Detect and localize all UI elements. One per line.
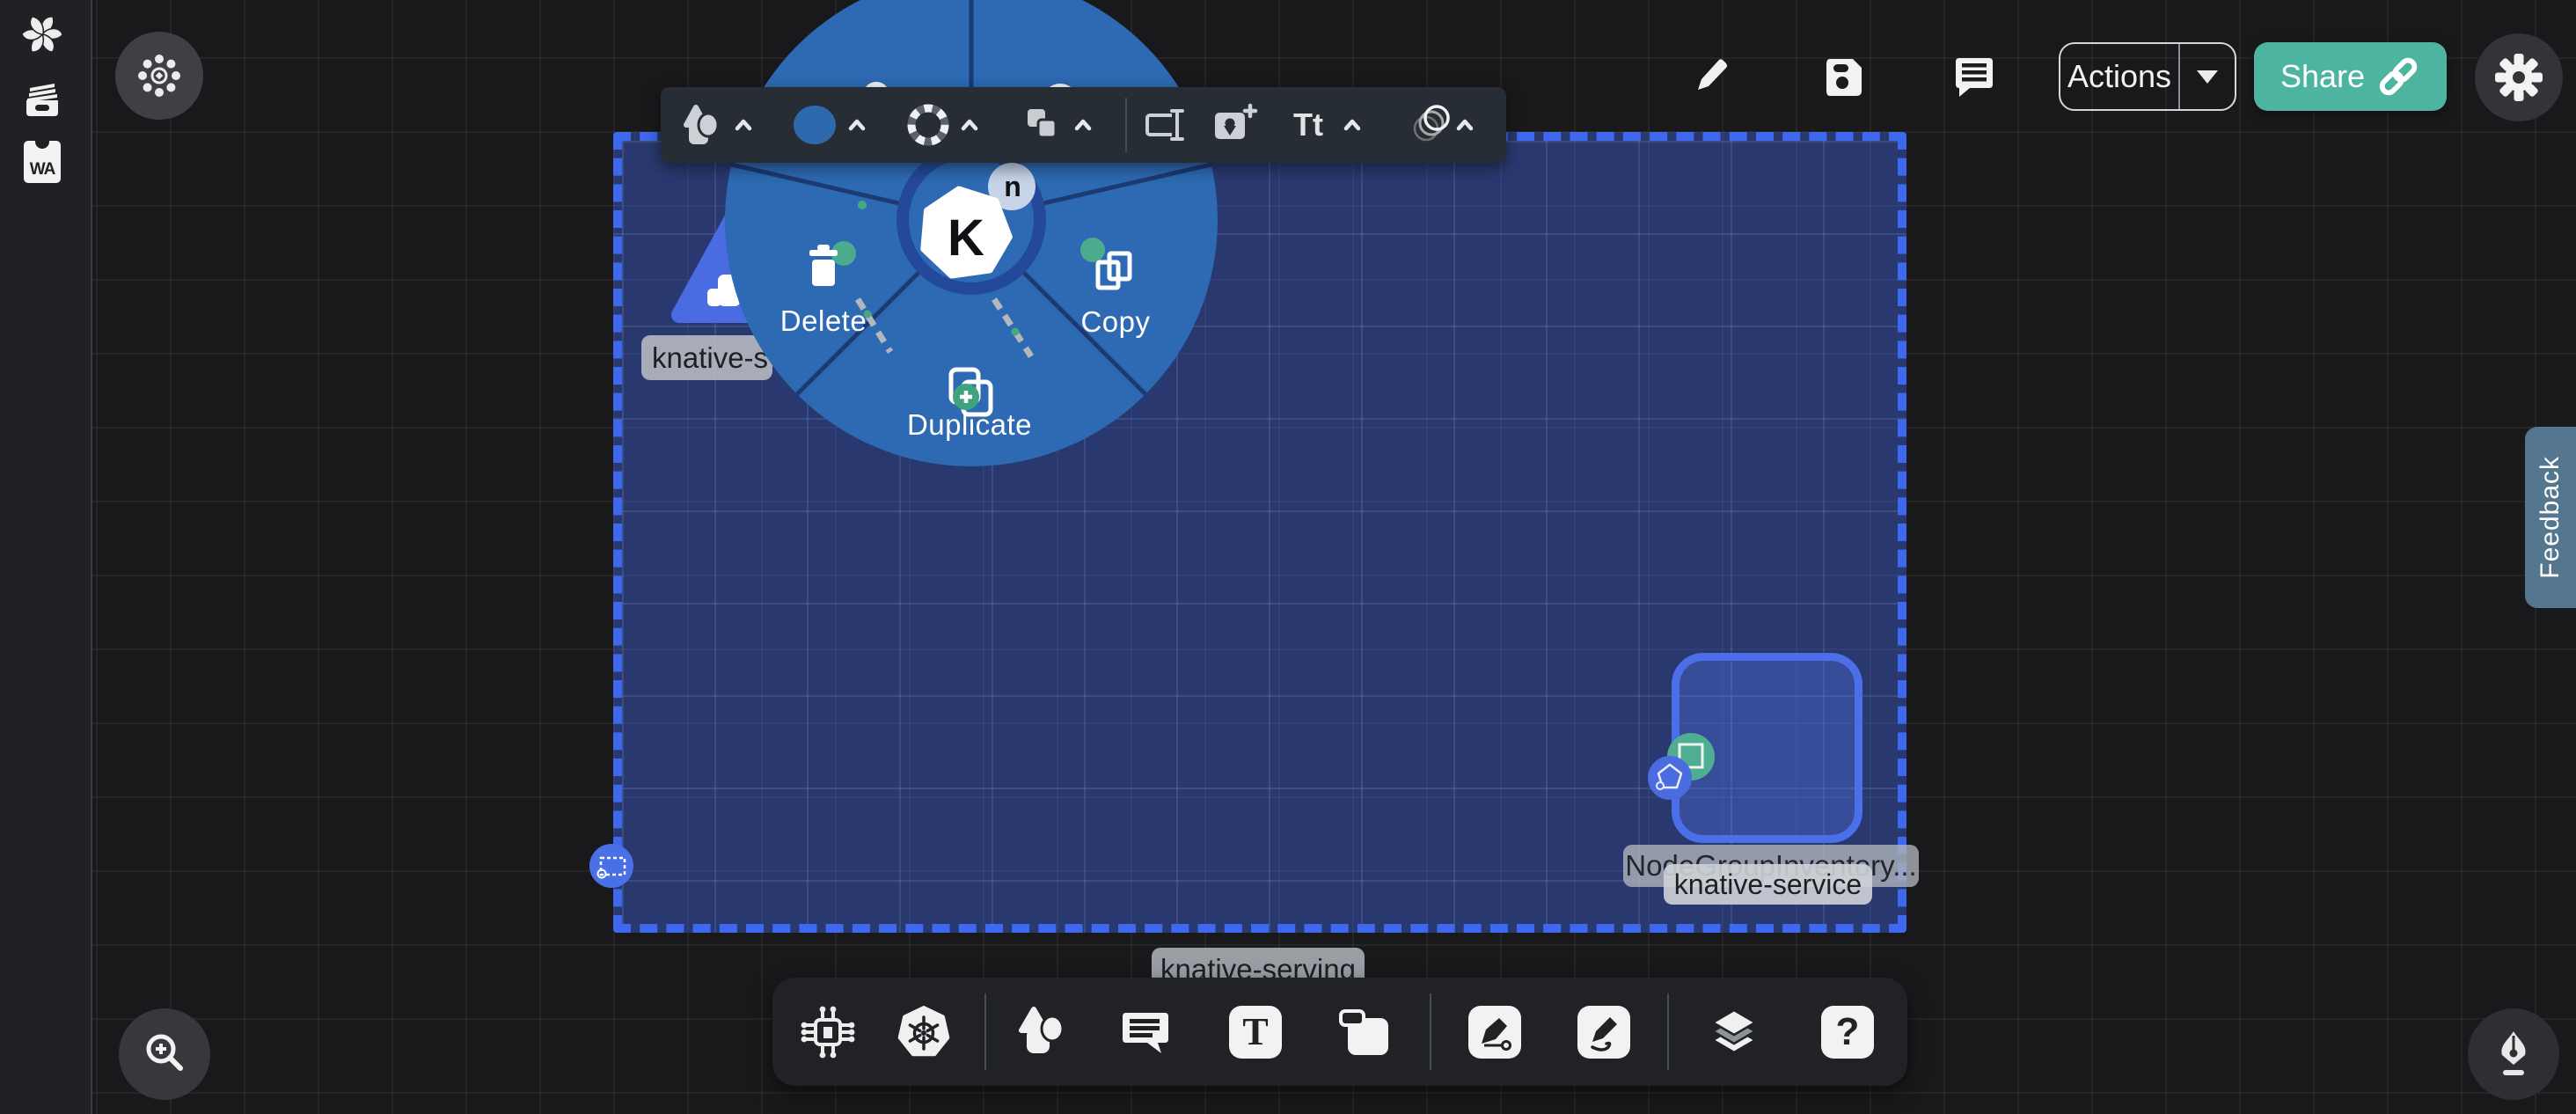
pen-tool[interactable] (1468, 1006, 1521, 1059)
save-icon[interactable] (1823, 55, 1865, 104)
toolbar-divider (1430, 993, 1431, 1070)
text-tool-label: T (1242, 1009, 1268, 1054)
radial-label-duplicate[interactable]: Duplicate (873, 408, 1066, 442)
connector-tick-left (858, 201, 867, 209)
text-tool[interactable]: T (1229, 1006, 1282, 1059)
copy-style-icon[interactable] (1019, 102, 1065, 148)
pentagon-icon (1648, 756, 1692, 800)
actions-label: Actions (2060, 58, 2178, 95)
help-label: ? (1836, 1010, 1860, 1054)
sidebar-item-webassembly[interactable]: WA (24, 141, 61, 183)
rename-icon[interactable] (1144, 102, 1189, 148)
chevron-up-icon[interactable] (844, 112, 870, 138)
trash-icon (809, 245, 838, 286)
gear-icon (2493, 52, 2544, 103)
connector-chip-icon[interactable] (800, 1004, 856, 1060)
actions-dropdown[interactable] (2180, 70, 2235, 84)
share-label: Share (2280, 58, 2365, 95)
text-style-label: Tt (1293, 106, 1323, 143)
shape-style-icon[interactable] (678, 102, 724, 148)
app-root: { "sidebar": { "wa_label": "WA", "icons"… (0, 0, 2576, 1114)
layers-icon[interactable] (1706, 1005, 1762, 1059)
webassembly-label: WA (30, 160, 55, 180)
pen-tool-icon (1468, 1006, 1521, 1059)
sidebar-item-archive[interactable] (22, 81, 62, 122)
node-pentagon-badge[interactable] (1648, 756, 1692, 800)
knative-letter: K (948, 209, 984, 267)
zoom-button[interactable] (119, 1008, 210, 1100)
selection-area-handle[interactable] (589, 844, 633, 888)
comment-icon[interactable] (1117, 1004, 1174, 1060)
chevron-up-icon[interactable] (1339, 112, 1365, 138)
help-icon: ? (1821, 1006, 1874, 1059)
border-style-icon[interactable] (905, 102, 951, 148)
chevron-up-icon[interactable] (730, 112, 757, 138)
edit-pencil-icon[interactable] (1687, 53, 1733, 103)
app-logo[interactable] (22, 14, 62, 59)
sidebar: WA (0, 0, 92, 1114)
chevron-up-icon[interactable] (1070, 112, 1096, 138)
zoom-in-icon (140, 1030, 189, 1079)
toolbar-divider (1125, 98, 1127, 152)
cluster-flower-icon (134, 50, 185, 101)
actions-button[interactable]: Actions (2059, 42, 2236, 111)
share-button[interactable]: Share (2254, 42, 2447, 111)
link-icon (2376, 55, 2420, 99)
card-icon[interactable] (1337, 1004, 1394, 1060)
text-style-icon[interactable]: Tt (1293, 106, 1323, 143)
chevron-up-icon[interactable] (1452, 112, 1478, 138)
radial-label-delete[interactable]: Delete (727, 304, 920, 338)
quick-access-button[interactable] (115, 32, 203, 120)
knative-superscript: n (1004, 171, 1021, 202)
image-add-icon[interactable] (1211, 102, 1261, 148)
help-tool[interactable]: ? (1821, 1006, 1874, 1059)
radial-label-copy[interactable]: Copy (1019, 305, 1212, 339)
lasso-pen-button[interactable] (2468, 1008, 2559, 1100)
main-toolbar: T (772, 978, 1907, 1086)
text-icon: T (1229, 1006, 1282, 1059)
radial-menu-center[interactable]: K n (903, 151, 1040, 289)
webassembly-icon-notch (35, 141, 49, 149)
context-toolbar: Tt (661, 87, 1506, 163)
comments-icon[interactable] (1950, 53, 1996, 103)
settings-button[interactable] (2475, 33, 2563, 121)
fill-color-swatch[interactable] (794, 106, 836, 144)
node-label-primary: knative-service (1664, 864, 1872, 905)
archive-icon (22, 81, 62, 118)
pen-nib-icon (2489, 1028, 2538, 1081)
shapes-icon[interactable] (1014, 1004, 1071, 1060)
feedback-tab[interactable]: Feedback (2525, 427, 2576, 608)
pencil-tool[interactable] (1577, 1006, 1630, 1059)
dashed-rect-icon (589, 844, 633, 888)
toolbar-divider (1667, 993, 1669, 1070)
node-label-primary-text: knative-service (1674, 868, 1862, 901)
kubernetes-icon[interactable] (896, 1004, 952, 1060)
opacity-icon[interactable] (1405, 102, 1454, 148)
feedback-label: Feedback (2536, 456, 2565, 579)
toolbar-divider (984, 993, 986, 1070)
pinwheel-logo-icon (22, 14, 62, 55)
chevron-up-icon[interactable] (956, 112, 983, 138)
pencil-icon (1577, 1006, 1630, 1059)
caret-down-icon (2197, 70, 2218, 84)
